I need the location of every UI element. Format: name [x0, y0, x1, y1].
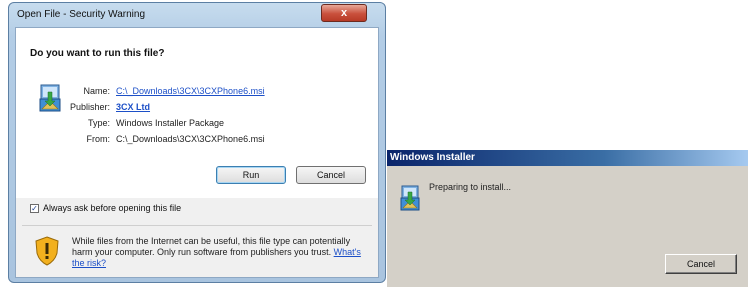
cancel-button[interactable]: Cancel — [665, 254, 737, 274]
close-button[interactable]: x — [321, 4, 367, 22]
type-value: Windows Installer Package — [116, 118, 225, 128]
installer-title: Windows Installer — [390, 152, 475, 163]
security-warning-dialog: Open File - Security Warning x Do you wa… — [8, 2, 386, 283]
file-name-link[interactable]: C:\_Downloads\3CX\3CXPhone6.msi — [116, 86, 265, 96]
dialog-body: Do you want to run this file? Name: C:\_… — [15, 27, 379, 278]
dialog-title: Open File - Security Warning — [17, 9, 146, 20]
run-button[interactable]: Run — [216, 166, 286, 184]
shield-warning-icon — [35, 236, 59, 266]
installer-icon — [400, 185, 420, 211]
always-ask-label[interactable]: Always ask before opening this file — [43, 203, 181, 213]
warning-message: While files from the Internet can be use… — [72, 236, 351, 257]
windows-installer-dialog: Windows Installer Preparing to install..… — [386, 150, 748, 287]
from-label: From: — [86, 134, 111, 144]
publisher-label: Publisher: — [69, 102, 110, 112]
from-value: C:\_Downloads\3CX\3CXPhone6.msi — [116, 134, 265, 144]
type-label: Type: — [87, 118, 110, 128]
file-info-pane: Do you want to run this file? Name: C:\_… — [16, 28, 378, 198]
dialog-heading: Do you want to run this file? — [30, 48, 165, 59]
status-text: Preparing to install... — [429, 182, 512, 192]
cancel-button[interactable]: Cancel — [296, 166, 366, 184]
warning-text: While files from the Internet can be use… — [72, 236, 362, 269]
always-ask-checkbox[interactable]: ✓ — [30, 204, 39, 213]
divider — [22, 225, 372, 226]
name-label: Name: — [83, 86, 110, 96]
publisher-link[interactable]: 3CX Ltd — [116, 102, 150, 112]
title-bar[interactable]: Windows Installer — [387, 150, 748, 166]
